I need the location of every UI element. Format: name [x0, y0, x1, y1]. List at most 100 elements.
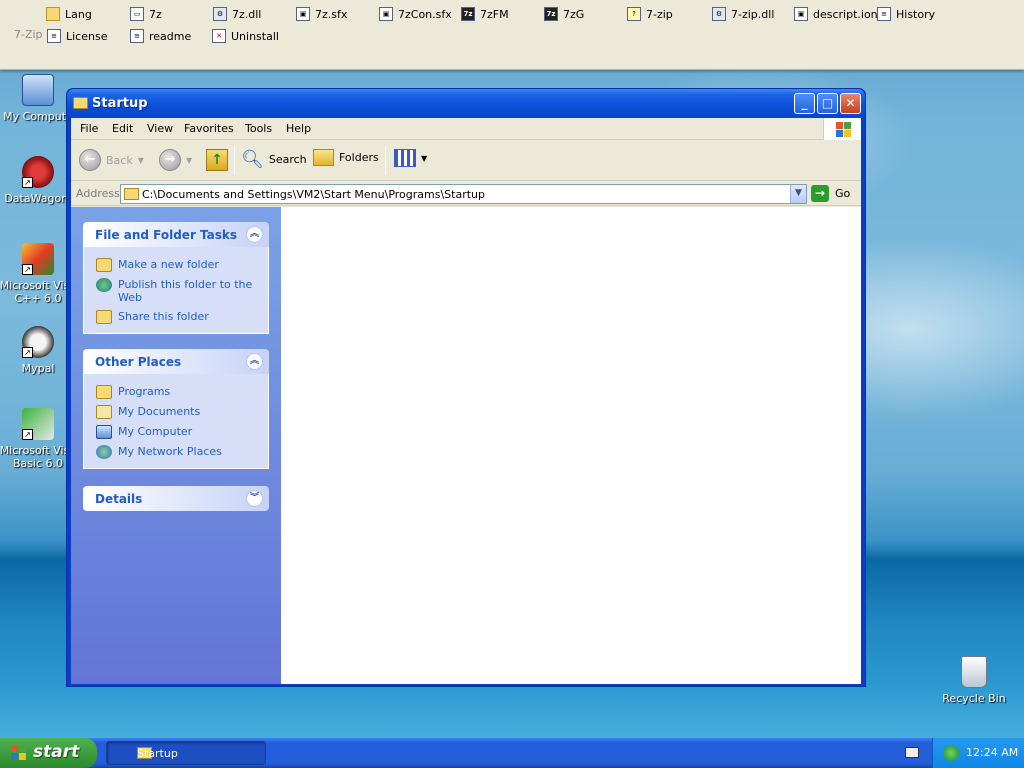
file-item-7-zip-help[interactable]: ? 7-zip: [627, 5, 673, 23]
recycle-bin-icon: [961, 656, 987, 688]
visual-cpp-icon: ↗: [22, 243, 54, 275]
mypal-icon: ↗: [22, 326, 54, 358]
go-arrow-icon: →: [811, 185, 829, 202]
desktop-icon-recycle-bin[interactable]: Recycle Bin: [934, 656, 1014, 705]
file-item-7-zip-dll[interactable]: ⚙ 7-zip.dll: [712, 5, 774, 23]
back-button[interactable]: ← Back ▼: [79, 149, 144, 171]
expand-chevron-icon[interactable]: ︾: [246, 490, 263, 507]
chevron-down-icon: ▼: [137, 155, 144, 165]
task-share-folder[interactable]: Share this folder: [84, 307, 268, 327]
address-label: Address: [76, 187, 120, 200]
chevron-down-icon: ▼: [421, 153, 428, 163]
views-button[interactable]: ▼: [394, 149, 427, 167]
file-item-7z[interactable]: ▭ 7z: [130, 5, 162, 23]
new-folder-icon: [96, 258, 112, 272]
share-folder-icon: [96, 310, 112, 324]
task-publish-web[interactable]: Publish this folder to the Web: [84, 275, 268, 307]
close-button[interactable]: ✕: [840, 93, 861, 114]
start-button[interactable]: start: [0, 738, 97, 768]
menu-favorites[interactable]: Favorites: [184, 122, 234, 135]
menu-bar: File Edit View Favorites Tools Help: [71, 118, 861, 140]
file-item-7zcon-sfx[interactable]: ▣ 7zCon.sfx: [379, 5, 452, 23]
place-programs[interactable]: Programs: [84, 382, 268, 402]
forward-arrow-icon: →: [159, 149, 181, 171]
folders-icon: [313, 149, 334, 166]
address-dropdown-icon[interactable]: ▼: [790, 185, 806, 203]
file-item-license[interactable]: ≡ License: [47, 27, 107, 45]
collapse-chevron-icon[interactable]: ︽: [246, 226, 263, 243]
panel-header[interactable]: Details ︾: [83, 486, 269, 511]
folders-button[interactable]: Folders: [313, 149, 379, 166]
menu-file[interactable]: File: [80, 122, 98, 135]
minimize-button[interactable]: _: [794, 93, 815, 114]
collapse-chevron-icon[interactable]: ︽: [246, 353, 263, 370]
menu-view[interactable]: View: [147, 122, 173, 135]
search-icon: 🔍︎: [241, 149, 264, 170]
strip-folder-label: 7-Zip: [14, 28, 43, 41]
taskbar-button-startup[interactable]: Startup: [106, 741, 266, 765]
folder-icon: [46, 7, 60, 21]
file-item-7z-sfx[interactable]: ▣ 7z.sfx: [296, 5, 347, 23]
ion-file-icon: ▣: [794, 7, 808, 21]
search-button[interactable]: 🔍︎ Search: [241, 149, 307, 170]
windows-logo-icon: [11, 745, 28, 761]
toolbar-separator: [385, 147, 386, 175]
text-file-icon: ≡: [877, 7, 891, 21]
file-item-7zg[interactable]: 7z 7zG: [544, 5, 584, 23]
file-item-readme[interactable]: ≡ readme: [130, 27, 191, 45]
file-item-history[interactable]: ≡ History: [877, 5, 935, 23]
menu-edit[interactable]: Edit: [112, 122, 133, 135]
panel-header[interactable]: File and Folder Tasks ︽: [83, 222, 269, 247]
task-pane: File and Folder Tasks ︽ Make a new folde…: [71, 207, 281, 684]
keyboard-icon[interactable]: [905, 747, 919, 758]
dll-file-icon: ⚙: [213, 7, 227, 21]
visual-basic-icon: ↗: [22, 408, 54, 440]
file-item-descript-ion[interactable]: ▣ descript.ion: [794, 5, 878, 23]
my-computer-icon: [22, 74, 54, 106]
app-window-icon: ▭: [130, 7, 144, 21]
datawagon-icon: ↗: [22, 156, 54, 188]
title-bar[interactable]: Startup _ □ ✕: [67, 89, 865, 118]
address-input[interactable]: C:\Documents and Settings\VM2\Start Menu…: [120, 184, 807, 204]
file-folder-tasks-panel: File and Folder Tasks ︽ Make a new folde…: [83, 222, 269, 334]
place-my-computer[interactable]: My Computer: [84, 422, 268, 442]
shortcut-arrow-icon: ↗: [22, 347, 33, 358]
place-my-documents[interactable]: My Documents: [84, 402, 268, 422]
chevron-down-icon: ▼: [186, 155, 193, 165]
clock[interactable]: 12:24 AM: [966, 746, 1018, 759]
panel-header[interactable]: Other Places ︽: [83, 349, 269, 374]
place-my-network-places[interactable]: My Network Places: [84, 442, 268, 462]
text-file-icon: ≡: [47, 29, 61, 43]
up-folder-button[interactable]: ↑: [206, 149, 228, 171]
file-item-uninstall[interactable]: ✕ Uninstall: [212, 27, 279, 45]
address-value: C:\Documents and Settings\VM2\Start Menu…: [142, 188, 485, 201]
window-title: Startup: [92, 96, 148, 111]
panel-body: Make a new folder Publish this folder to…: [83, 247, 269, 334]
task-make-new-folder[interactable]: Make a new folder: [84, 255, 268, 275]
shortcut-arrow-icon: ↗: [22, 264, 33, 275]
text-file-icon: ≡: [130, 29, 144, 43]
windows-logo-icon: [823, 118, 861, 140]
back-arrow-icon: ←: [79, 149, 101, 171]
dll-file-icon: ⚙: [712, 7, 726, 21]
file-item-7z-dll[interactable]: ⚙ 7z.dll: [213, 5, 261, 23]
file-item-7zfm[interactable]: 7z 7zFM: [461, 5, 509, 23]
menu-help[interactable]: Help: [286, 122, 311, 135]
folder-content-area[interactable]: [281, 207, 861, 684]
my-documents-icon: [96, 405, 112, 419]
network-tray-icon[interactable]: [943, 745, 959, 761]
network-places-icon: [96, 445, 112, 459]
go-button[interactable]: → Go: [811, 185, 850, 202]
panel-body: Programs My Documents My Computer My Net…: [83, 374, 269, 469]
system-tray: 12:24 AM: [932, 738, 1024, 768]
globe-icon: [96, 278, 112, 292]
shortcut-arrow-icon: ↗: [22, 429, 33, 440]
maximize-button[interactable]: □: [817, 93, 838, 114]
forward-button[interactable]: → ▼: [159, 149, 192, 171]
file-item-lang[interactable]: Lang: [46, 5, 92, 23]
toolbar-separator: [234, 147, 235, 175]
other-places-panel: Other Places ︽ Programs My Documents My …: [83, 349, 269, 469]
menu-tools[interactable]: Tools: [245, 122, 272, 135]
folder-icon: [124, 188, 139, 200]
up-folder-icon: ↑: [206, 149, 228, 171]
